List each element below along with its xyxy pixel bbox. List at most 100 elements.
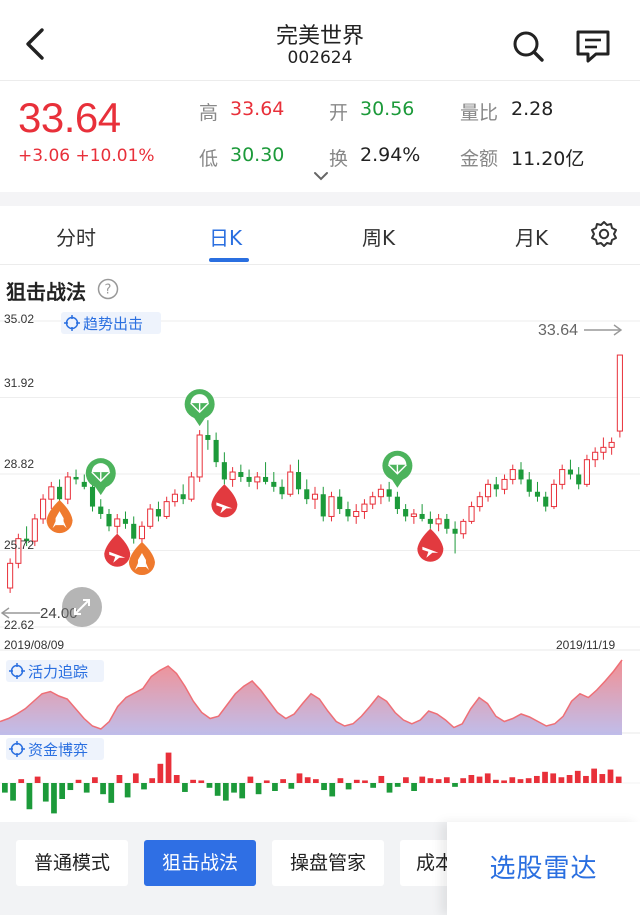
capital-bar bbox=[615, 776, 622, 783]
mode-manager-button[interactable]: 操盘管家 bbox=[272, 840, 384, 886]
parachute-icon bbox=[184, 389, 215, 427]
mode-sniper-button[interactable]: 狙击战法 bbox=[144, 840, 256, 886]
section-separator bbox=[0, 192, 640, 206]
candle-body bbox=[155, 509, 161, 517]
tab-intraday[interactable]: 分时 bbox=[56, 222, 96, 251]
vitality-tag-label: 活力追踪 bbox=[28, 663, 89, 681]
stock-radar-button[interactable]: 选股雷达 bbox=[447, 822, 640, 915]
candle-body bbox=[64, 476, 71, 500]
candle-body bbox=[345, 509, 351, 517]
tab-monthly-k[interactable]: 月K bbox=[515, 222, 548, 251]
mode-normal-button[interactable]: 普通模式 bbox=[16, 840, 128, 886]
capital-bar bbox=[2, 783, 8, 793]
turnover-value: 2.94% bbox=[360, 144, 421, 166]
tab-daily-k[interactable]: 日K bbox=[209, 222, 242, 251]
vitality-tag[interactable]: 活力追踪 bbox=[6, 660, 104, 682]
trend-tag[interactable]: 趋势出击 bbox=[61, 312, 161, 334]
capital-bar bbox=[435, 779, 442, 783]
candle-body bbox=[419, 513, 425, 519]
candle-body bbox=[304, 489, 310, 500]
capital-bar bbox=[313, 779, 319, 783]
capital-bar bbox=[149, 778, 156, 783]
capital-bar bbox=[558, 777, 565, 783]
low-value: 30.30 bbox=[230, 144, 285, 166]
capital-bar bbox=[18, 779, 25, 783]
candle-body bbox=[40, 498, 47, 520]
header-divider bbox=[0, 80, 640, 81]
capital-bar bbox=[493, 779, 499, 783]
candle-body bbox=[534, 491, 541, 497]
plane-down-icon bbox=[211, 484, 238, 518]
capital-bar bbox=[198, 780, 205, 783]
current-price: 33.64 bbox=[18, 94, 121, 141]
fullscreen-button[interactable] bbox=[62, 587, 102, 627]
capital-bar bbox=[599, 774, 606, 783]
capital-bar bbox=[92, 777, 98, 783]
candle-body bbox=[501, 478, 508, 490]
low-label: 低 bbox=[199, 148, 219, 170]
candle-body bbox=[509, 469, 516, 480]
candle-body bbox=[48, 486, 55, 500]
gear-icon[interactable] bbox=[590, 220, 618, 248]
turnover-label: 换 bbox=[329, 148, 349, 170]
crosshair-icon bbox=[9, 741, 25, 757]
signal-drop bbox=[104, 533, 131, 567]
candle-body bbox=[196, 434, 203, 478]
capital-bar bbox=[542, 771, 548, 783]
y-tick-label: 22.62 bbox=[4, 618, 35, 632]
volume-ratio-label: 量比 bbox=[460, 102, 499, 124]
end-date-label: 2019/11/19 bbox=[556, 638, 616, 652]
capital-layer bbox=[0, 752, 640, 814]
chevron-down-icon[interactable] bbox=[312, 170, 330, 182]
candle-body bbox=[369, 496, 376, 505]
candle-body bbox=[518, 469, 524, 480]
candle-body bbox=[138, 525, 146, 540]
candle-body bbox=[188, 476, 195, 500]
candle-body bbox=[271, 481, 277, 487]
candle-body bbox=[106, 513, 112, 527]
capital-bar bbox=[182, 783, 188, 792]
candle-body bbox=[427, 518, 433, 524]
volume-ratio-value: 2.28 bbox=[511, 98, 554, 120]
capital-bar bbox=[75, 779, 82, 783]
capital-bar bbox=[362, 780, 368, 783]
candle-body bbox=[543, 496, 549, 507]
capital-tag-label: 资金博弈 bbox=[28, 741, 89, 759]
candle-body bbox=[353, 511, 360, 517]
capital-bar bbox=[525, 778, 532, 783]
candle-body bbox=[386, 489, 392, 497]
capital-tag[interactable]: 资金博弈 bbox=[6, 738, 104, 760]
candle-body bbox=[592, 451, 599, 461]
y-tick-label: 35.02 bbox=[4, 312, 35, 326]
capital-bar bbox=[255, 783, 262, 795]
high-label: 高 bbox=[199, 102, 219, 124]
search-icon[interactable] bbox=[510, 28, 546, 64]
y-tick-label: 28.82 bbox=[4, 457, 35, 471]
parachute-tail bbox=[391, 478, 404, 488]
capital-bar bbox=[157, 763, 164, 783]
capital-bar bbox=[566, 775, 573, 783]
message-icon[interactable] bbox=[574, 28, 612, 64]
crosshair-icon bbox=[9, 663, 25, 679]
svg-text:?: ? bbox=[105, 283, 112, 298]
trend-tag-label: 趋势出击 bbox=[83, 315, 144, 333]
help-icon[interactable]: ? bbox=[97, 278, 119, 300]
amount-label: 金额 bbox=[460, 148, 499, 170]
candle-body bbox=[361, 503, 368, 513]
capital-bar bbox=[190, 779, 196, 783]
capital-bar bbox=[476, 776, 483, 783]
capital-bar bbox=[329, 783, 336, 797]
capital-bar bbox=[591, 768, 597, 783]
candle-body bbox=[600, 446, 607, 453]
candle-body bbox=[526, 479, 532, 492]
candle-body bbox=[444, 518, 450, 529]
capital-bar bbox=[452, 783, 458, 787]
candle-body bbox=[246, 476, 252, 482]
capital-bar bbox=[173, 775, 180, 783]
candle-body bbox=[57, 486, 63, 500]
open-value: 30.56 bbox=[360, 98, 415, 120]
capital-bar bbox=[574, 770, 581, 783]
tab-weekly-k[interactable]: 周K bbox=[362, 222, 395, 251]
candle-body bbox=[337, 496, 343, 510]
capital-bar bbox=[583, 775, 589, 783]
